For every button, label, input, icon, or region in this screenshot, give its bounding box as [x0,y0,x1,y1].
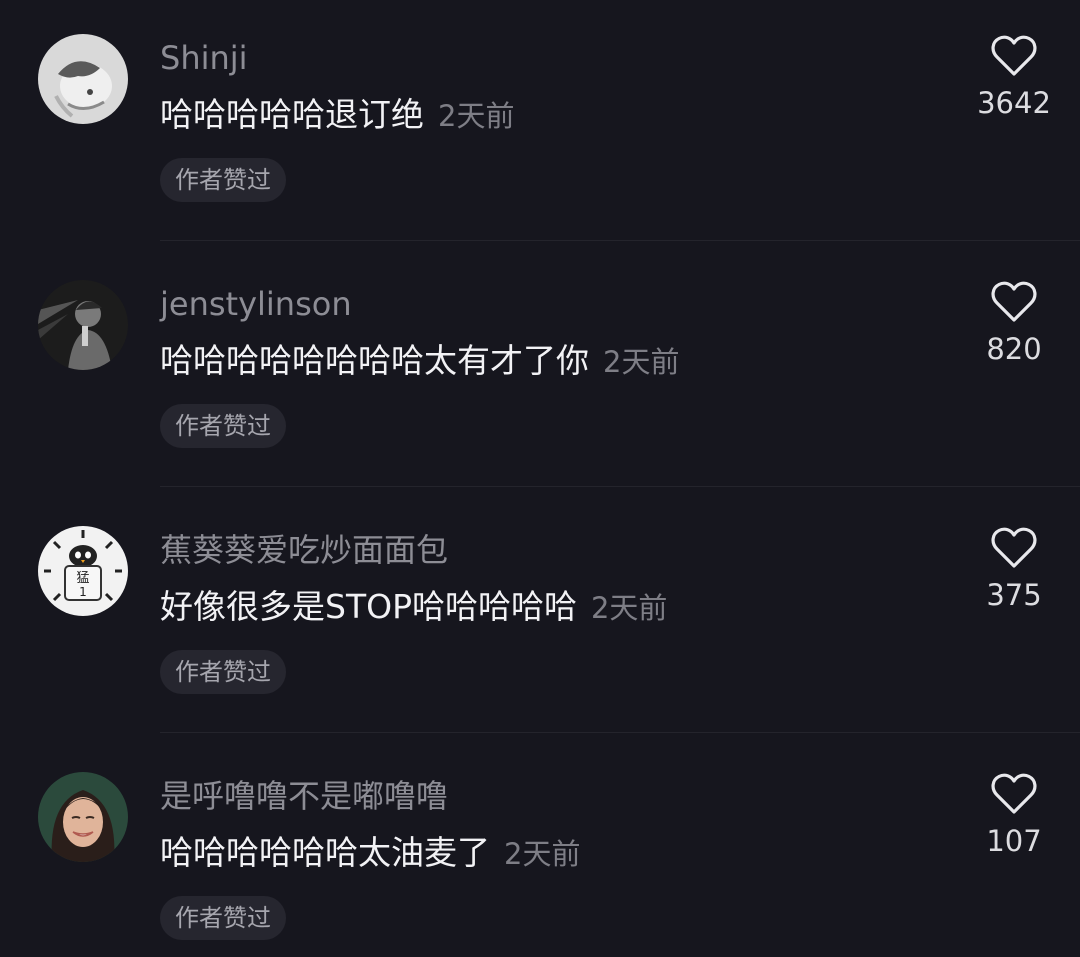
author-liked-badge: 作者赞过 [160,896,286,940]
username[interactable]: jenstylinson [160,284,352,324]
comment-time: 2天前 [590,591,668,625]
comment-text: 好像很多是STOP哈哈哈哈哈 [160,587,577,626]
comment-item: jenstylinson 哈哈哈哈哈哈哈哈太有才了你 2天前 作者赞过 820 [0,246,1080,492]
like-button[interactable]: 820 [972,280,1056,380]
comment-item: 是呼噜噜不是嘟噜噜 哈哈哈哈哈哈太油麦了 2天前 作者赞过 107 [0,738,1080,957]
comment-list: Shinji 哈哈哈哈哈退订绝 2天前 作者赞过 3642 jenstylins… [0,0,1080,957]
comment-content: 哈哈哈哈哈哈哈哈太有才了你 2天前 [160,340,679,383]
comment-text: 哈哈哈哈哈哈哈哈太有才了你 [160,341,589,380]
heart-icon [991,773,1037,814]
avatar-image [38,772,128,862]
like-count: 375 [986,578,1042,612]
username[interactable]: 蕉葵葵爱吃炒面面包 [160,530,448,570]
comment-time: 2天前 [504,837,581,871]
avatar-sign-number: 1 [79,585,87,599]
username[interactable]: 是呼噜噜不是嘟噜噜 [160,776,448,816]
comment-content: 好像很多是STOP哈哈哈哈哈 2天前 [160,586,667,629]
comment-text: 哈哈哈哈哈退订绝 [160,95,424,134]
divider [160,486,1080,487]
like-count: 820 [986,332,1042,366]
comment-item: 猛 1 蕉葵葵爱吃炒面面包 好像很多是STOP哈哈哈哈哈 2天前 作者赞过 375 [0,492,1080,738]
divider [160,732,1080,733]
heart-icon [991,527,1037,568]
comment-content: 哈哈哈哈哈哈太油麦了 2天前 [160,832,580,875]
like-button[interactable]: 3642 [972,34,1056,134]
avatar-image: 猛 1 [38,526,128,616]
comment-content: 哈哈哈哈哈退订绝 2天前 [160,94,514,137]
avatar[interactable]: 猛 1 [38,526,128,616]
divider [160,240,1080,241]
avatar[interactable] [38,280,128,370]
comment-text: 哈哈哈哈哈哈太油麦了 [160,833,490,872]
avatar[interactable] [38,772,128,862]
like-count: 3642 [977,86,1051,120]
comment-item: Shinji 哈哈哈哈哈退订绝 2天前 作者赞过 3642 [0,0,1080,246]
avatar[interactable] [38,34,128,124]
comment-time: 2天前 [603,345,680,379]
avatar-sign-text: 猛 [76,571,89,586]
like-button[interactable]: 107 [972,772,1056,872]
comment-time: 2天前 [438,99,515,133]
avatar-image [38,34,128,124]
username[interactable]: Shinji [160,38,248,78]
author-liked-badge: 作者赞过 [160,158,286,202]
author-liked-badge: 作者赞过 [160,404,286,448]
author-liked-badge: 作者赞过 [160,650,286,694]
heart-icon [991,35,1037,76]
heart-icon [991,281,1037,322]
like-count: 107 [986,824,1042,858]
avatar-image [38,280,128,370]
like-button[interactable]: 375 [972,526,1056,626]
